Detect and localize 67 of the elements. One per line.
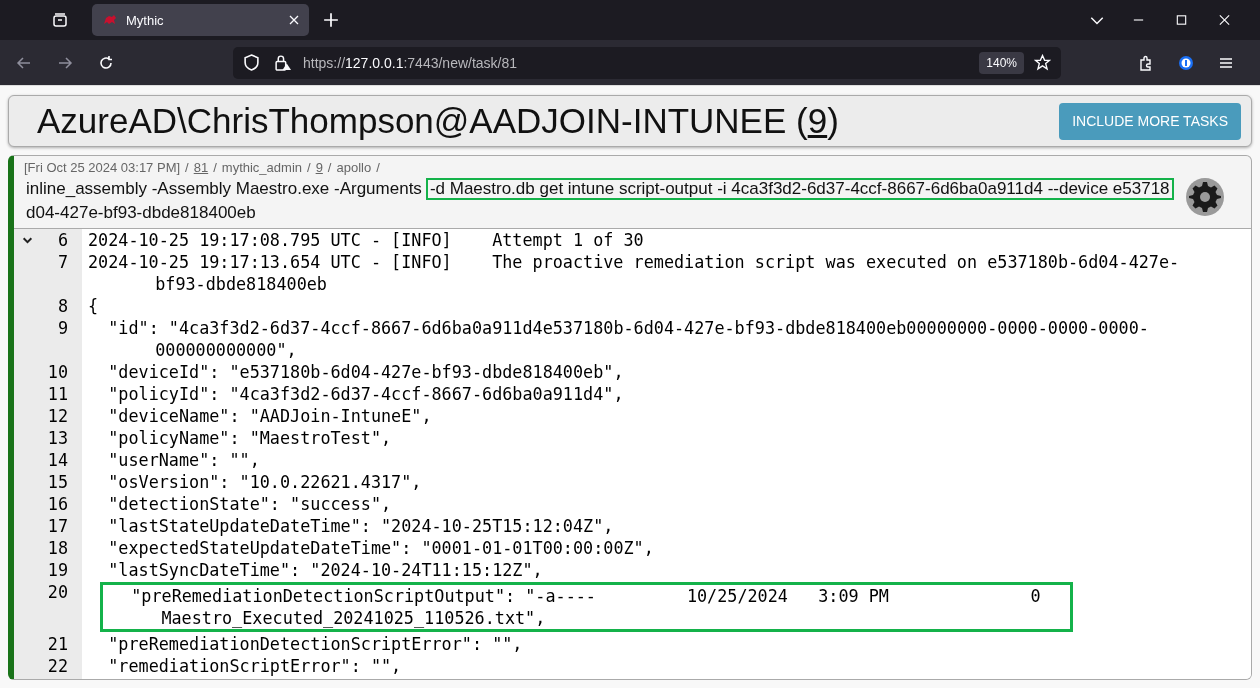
code-line: "remediationScriptError": "",	[107, 655, 403, 677]
line-number: 13	[47, 427, 68, 449]
shield-icon[interactable]	[243, 54, 260, 71]
line-number: 9	[57, 317, 68, 339]
tab-overview-icon[interactable]	[52, 12, 68, 28]
separator: /	[327, 160, 332, 175]
code-line: "lastSyncDateTime": "2024-10-24T11:15:12Z",	[107, 559, 544, 581]
code-line: "lastStateUpdateDateTime": "2024-10-25T15:12:04Z",	[107, 515, 615, 537]
new-tab-icon[interactable]	[323, 12, 339, 28]
separator: /	[307, 160, 311, 175]
star-icon[interactable]	[1034, 54, 1051, 71]
meta-text: mythic_admin	[221, 160, 302, 175]
code-line: "id": "4ca3f3d2-6d37-4ccf-8667-6d6ba0a911d4e537180b-6d04-427e-bf93-dbde818400eb00000000-0000-0000-0000-000000000000",	[107, 317, 1150, 361]
address-bar[interactable]: https://127.0.0.1:7443/new/task/81 140%	[233, 46, 1061, 79]
separator: /	[185, 160, 189, 175]
url-text[interactable]: https://127.0.0.1:7443/new/task/81	[303, 54, 518, 71]
meta-link[interactable]: 81	[193, 160, 209, 175]
line-number: 8	[57, 295, 68, 317]
code-line: 2024-10-25 19:17:08.795 UTC - [INFO] Attempt 1 of 30	[88, 229, 645, 251]
code-line: "deviceName": "AADJoin-IntuneE",	[107, 405, 433, 427]
reload-icon[interactable]	[98, 54, 114, 71]
separator: /	[213, 160, 217, 175]
zoom-badge[interactable]: 140%	[979, 51, 1024, 74]
line-number: 19	[47, 559, 68, 581]
command-text: inline_assembly -Assembly Maestro.exe -Arguments	[25, 178, 423, 200]
forward-arrow-icon[interactable]	[57, 54, 73, 71]
code-line: "osVersion": "10.0.22621.4317",	[107, 471, 423, 493]
code-line: "userName": "",	[107, 449, 261, 471]
meta-text: [Fri Oct 25 2024 03:17 PM]	[24, 160, 181, 175]
code-line: "detectionState": "success",	[107, 493, 393, 515]
code-line: 2024-10-25 19:17:13.654 UTC - [INFO] The proactive remediation script was executed on e537180b-6d04-427e-bf93-dbde818400eb	[88, 251, 1181, 295]
code-line: {	[88, 295, 100, 317]
code-line: "preRemediationDetectionScriptError": "",	[107, 633, 524, 655]
line-number: 17	[47, 515, 68, 537]
command-text: d04-427e-bf93-dbde818400eb	[25, 202, 257, 224]
line-number: 6	[57, 229, 68, 251]
maximize-icon[interactable]	[1175, 12, 1188, 28]
lock-warning-icon[interactable]	[274, 54, 291, 71]
password-manager-icon[interactable]	[1178, 54, 1194, 71]
code-line: "expectedStateUpdateDateTime": "0001-01-01T00:00:00Z",	[107, 537, 655, 559]
line-number: 11	[47, 383, 68, 405]
code-line: "preRemediationDetectionScriptOutput": "-a---- 10/25/2024 3:09 PM 0 Maestro_Executed_20241025_110526.txt",	[130, 585, 1042, 629]
line-number: 20	[47, 581, 68, 603]
line-number: 14	[47, 449, 68, 471]
line-number: 18	[47, 537, 68, 559]
highlighted-command-text: -d Maestro.db get intune script-output -i 4ca3f3d2-6d37-4ccf-8667-6d6ba0a911d4 --device e53718	[425, 178, 1174, 200]
code-line: "deviceId": "e537180b-6d04-427e-bf93-dbde818400eb",	[107, 361, 625, 383]
line-number: 21	[47, 633, 68, 655]
line-number: 10	[47, 361, 68, 383]
back-arrow-icon[interactable]	[16, 54, 32, 71]
line-number: 16	[47, 493, 68, 515]
callback-title: AzureAD\ChrisThompson@AADJOIN-INTUNEE (9)	[37, 101, 840, 141]
meta-text: apollo	[336, 160, 372, 175]
close-icon[interactable]	[289, 15, 299, 25]
close-icon[interactable]	[1218, 12, 1231, 28]
collapse-chevron-icon[interactable]	[22, 235, 33, 246]
separator: /	[376, 160, 380, 175]
line-number: 7	[57, 251, 68, 273]
code-line: "policyId": "4ca3f3d2-6d37-4ccf-8667-6d6ba0a911d4",	[107, 383, 625, 405]
line-number: 22	[47, 655, 68, 677]
meta-link[interactable]: 9	[315, 160, 323, 175]
line-number: 12	[47, 405, 68, 427]
code-line: "policyName": "MaestroTest",	[107, 427, 393, 449]
browser-tab[interactable]: Mythic	[92, 4, 309, 36]
line-number: 15	[47, 471, 68, 493]
settings-icon[interactable]	[1185, 177, 1225, 217]
puzzle-piece-icon[interactable]	[1138, 54, 1154, 71]
